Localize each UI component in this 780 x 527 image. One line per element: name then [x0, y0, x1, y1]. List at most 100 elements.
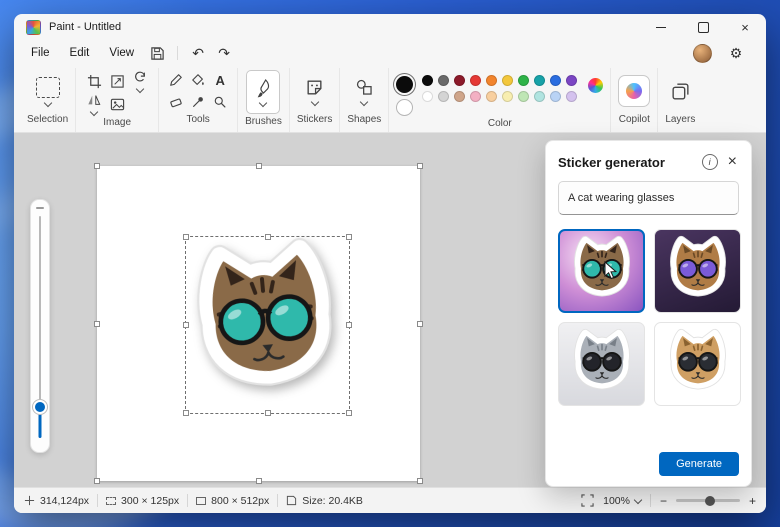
eraser-icon[interactable]	[169, 95, 183, 109]
menu-view[interactable]: View	[100, 44, 143, 62]
cursor-position-status: 314,124px	[24, 495, 89, 507]
crop-icon[interactable]	[87, 74, 102, 89]
stickers-button[interactable]	[305, 78, 324, 106]
zoom-out-button[interactable]: −	[660, 494, 667, 508]
color-swatch[interactable]	[534, 75, 546, 86]
close-button[interactable]: ×	[724, 14, 766, 40]
brushes-button[interactable]	[246, 70, 281, 114]
rotate-button[interactable]	[133, 70, 147, 94]
panel-close-icon[interactable]: ×	[726, 154, 739, 170]
resize-handle[interactable]	[183, 234, 189, 240]
resize-handle[interactable]	[94, 320, 100, 327]
zoom-slider-thumb[interactable]	[704, 495, 715, 506]
color-swatch[interactable]	[470, 75, 482, 86]
color-swatch[interactable]	[454, 91, 466, 102]
ribbon-toolbar: Selection Image A Tools Brushes Stickers…	[14, 66, 766, 133]
sticker-option-2[interactable]	[654, 229, 741, 313]
image-picture-icon[interactable]	[110, 97, 125, 112]
fit-to-screen-icon[interactable]	[581, 494, 594, 507]
color-swatch[interactable]	[502, 75, 514, 86]
brush-size-slider[interactable]	[30, 199, 50, 453]
resize-handle[interactable]	[94, 163, 100, 169]
color-swatch[interactable]	[422, 75, 434, 86]
paint-app-icon	[26, 19, 41, 35]
selection-tool-button[interactable]	[35, 76, 60, 107]
color-swatch[interactable]	[438, 75, 450, 86]
resize-handle[interactable]	[346, 234, 352, 240]
menu-edit[interactable]: Edit	[61, 44, 99, 62]
prompt-input[interactable]: A cat wearing glasses	[558, 181, 739, 215]
sticker-option-1[interactable]	[558, 229, 645, 313]
cat-sticker-on-canvas[interactable]	[173, 232, 359, 418]
flip-button[interactable]	[87, 93, 101, 117]
resize-handle[interactable]	[255, 163, 262, 169]
color-picker-icon[interactable]	[191, 95, 205, 109]
save-icon[interactable]	[145, 42, 169, 64]
sticker-selection-box[interactable]	[183, 234, 352, 416]
panel-title: Sticker generator	[558, 154, 665, 170]
color-swatch[interactable]	[454, 75, 466, 86]
sticker-option-4[interactable]	[654, 322, 741, 406]
resize-handle[interactable]	[417, 478, 423, 484]
pencil-icon[interactable]	[169, 73, 183, 87]
shapes-button[interactable]	[355, 78, 374, 106]
color-swatch[interactable]	[518, 75, 530, 86]
slider-thumb[interactable]	[33, 400, 47, 414]
chevron-down-icon	[360, 97, 369, 106]
resize-handle[interactable]	[264, 410, 271, 416]
divider	[97, 494, 99, 507]
resize-handle[interactable]	[255, 478, 262, 484]
color-swatch[interactable]	[502, 91, 514, 102]
zoom-in-button[interactable]: +	[749, 494, 756, 508]
chevron-down-icon	[135, 84, 145, 94]
color-swatch[interactable]	[486, 91, 498, 102]
sticker-option-3[interactable]	[558, 322, 645, 406]
magnifier-icon[interactable]	[213, 95, 227, 109]
color-swatch[interactable]	[422, 91, 434, 102]
color-swatch[interactable]	[470, 91, 482, 102]
zoom-level-dropdown[interactable]: 100%	[603, 495, 643, 507]
menu-file[interactable]: File	[22, 44, 59, 62]
text-tool-icon[interactable]: A	[215, 74, 224, 87]
drawing-canvas[interactable]	[94, 163, 423, 484]
generate-button[interactable]: Generate	[659, 452, 739, 476]
resize-icon[interactable]	[110, 74, 125, 89]
edit-colors-icon[interactable]	[588, 78, 604, 93]
cat-sticker-thumbnail	[566, 235, 638, 307]
resize-handle[interactable]	[94, 478, 100, 484]
secondary-color-well[interactable]	[396, 99, 414, 116]
zoom-slider[interactable]	[675, 495, 740, 506]
undo-icon[interactable]: ↶	[186, 42, 210, 64]
resize-handle[interactable]	[417, 163, 423, 169]
minimize-button[interactable]	[640, 14, 682, 40]
copilot-button[interactable]	[618, 75, 651, 107]
color-swatch[interactable]	[438, 91, 450, 102]
color-swatch[interactable]	[566, 75, 578, 86]
primary-color-well[interactable]	[396, 76, 414, 93]
divider	[277, 494, 279, 507]
resize-handle[interactable]	[346, 322, 352, 328]
settings-gear-icon[interactable]: ⚙	[724, 42, 748, 64]
resize-handle[interactable]	[264, 234, 271, 240]
menu-bar: File Edit View ↶ ↷ ⚙	[14, 40, 766, 66]
resize-handle[interactable]	[346, 410, 352, 416]
color-swatch[interactable]	[550, 91, 562, 102]
color-swatch[interactable]	[550, 75, 562, 86]
resize-handle[interactable]	[183, 410, 189, 416]
resize-handle[interactable]	[183, 322, 189, 328]
fill-bucket-icon[interactable]	[191, 73, 205, 87]
color-swatch[interactable]	[566, 91, 578, 102]
color-swatch[interactable]	[518, 91, 530, 102]
chevron-down-icon	[259, 98, 268, 107]
ribbon-group-stickers: Stickers	[288, 68, 340, 132]
color-swatch[interactable]	[534, 91, 546, 102]
resize-handle[interactable]	[417, 320, 423, 327]
color-swatch[interactable]	[486, 75, 498, 86]
maximize-button[interactable]	[682, 14, 724, 40]
redo-icon[interactable]: ↷	[212, 42, 236, 64]
account-avatar[interactable]	[693, 43, 712, 63]
layers-button[interactable]	[670, 81, 691, 102]
title-bar[interactable]: Paint - Untitled ×	[14, 14, 766, 40]
info-icon[interactable]: i	[701, 154, 718, 170]
selection-size-value: 300 × 125px	[121, 494, 180, 507]
